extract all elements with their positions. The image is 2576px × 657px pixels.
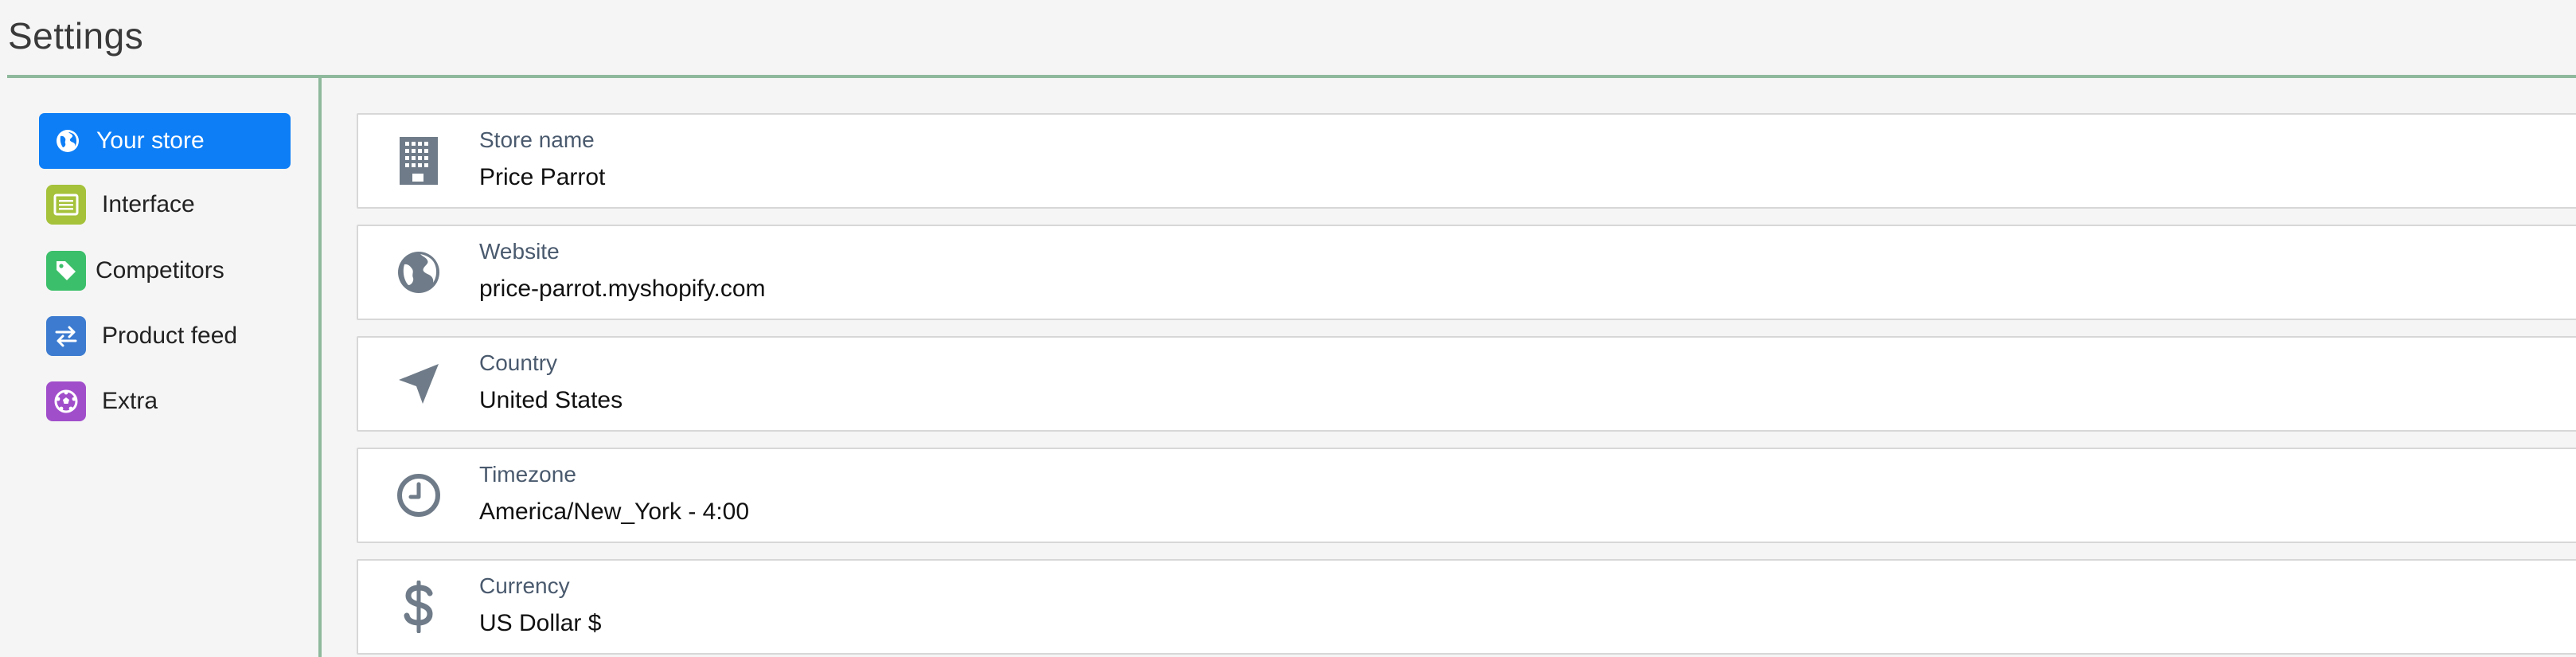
settings-sidebar: Your store Interface Competitors Product… (0, 78, 322, 657)
tag-icon (46, 251, 86, 291)
swap-arrows-icon (46, 316, 86, 356)
sidebar-item-label: Competitors (96, 257, 224, 284)
store-name-field[interactable]: Store name Price Parrot (357, 113, 2576, 209)
sidebar-item-label: Interface (102, 191, 195, 217)
field-value: US Dollar $ (479, 610, 602, 636)
list-window-icon (46, 185, 86, 225)
location-arrow-icon (393, 358, 444, 409)
field-label: Currency (479, 573, 570, 598)
sidebar-item-product-feed[interactable]: Product feed (39, 308, 291, 364)
globe-icon (393, 247, 444, 298)
building-icon (393, 135, 444, 186)
dollar-icon (393, 581, 444, 633)
field-value: Price Parrot (479, 164, 606, 190)
field-label: Timezone (479, 462, 576, 487)
field-value: America/New_York - 4:00 (479, 499, 750, 525)
sidebar-item-label: Your store (96, 127, 205, 154)
globe-icon (55, 128, 80, 154)
website-field[interactable]: Website price-parrot.myshopify.com (357, 225, 2576, 320)
currency-field[interactable]: Currency US Dollar $ (357, 559, 2576, 655)
page-title: Settings (8, 15, 144, 57)
field-label: Website (479, 239, 560, 264)
field-value: United States (479, 387, 623, 413)
page-header: Settings (7, 0, 2576, 78)
field-value: price-parrot.myshopify.com (479, 276, 766, 302)
clock-icon (393, 470, 444, 521)
sidebar-item-interface[interactable]: Interface (39, 177, 291, 233)
timezone-field[interactable]: Timezone America/New_York - 4:00 (357, 448, 2576, 543)
soccer-ball-icon (46, 381, 86, 421)
field-label: Store name (479, 127, 595, 152)
sidebar-item-label: Product feed (102, 323, 238, 349)
sidebar-item-extra[interactable]: Extra (39, 373, 291, 429)
sidebar-item-label: Extra (102, 388, 158, 414)
sidebar-item-competitors[interactable]: Competitors (39, 243, 291, 299)
country-field[interactable]: Country United States (357, 336, 2576, 432)
field-label: Country (479, 350, 558, 375)
sidebar-item-your-store[interactable]: Your store (39, 113, 291, 169)
